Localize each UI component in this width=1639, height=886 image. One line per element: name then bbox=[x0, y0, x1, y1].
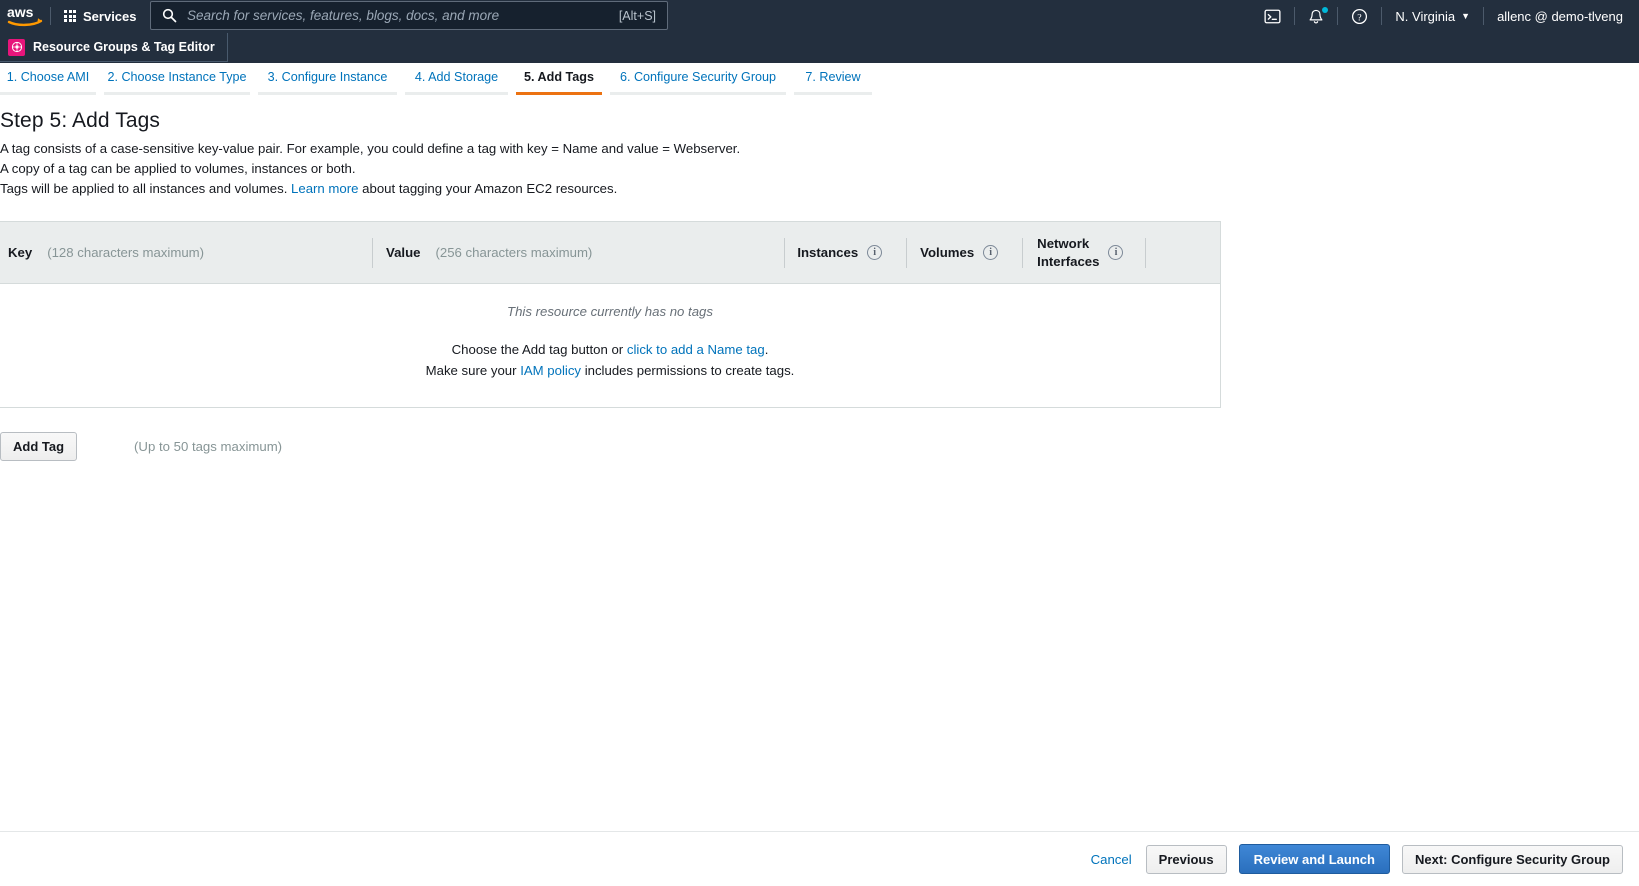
wizard-step-review[interactable]: 7. Review bbox=[794, 63, 872, 95]
column-header-netif-line1: Network bbox=[1037, 235, 1090, 251]
previous-button[interactable]: Previous bbox=[1145, 844, 1227, 874]
no-tags-message: This resource currently has no tags bbox=[507, 304, 713, 319]
page-title: Step 5: Add Tags bbox=[0, 109, 161, 132]
column-header-volumes-label: Volumes bbox=[920, 245, 975, 260]
page-description-line-1: A tag consists of a case-sensitive key-v… bbox=[0, 141, 741, 156]
account-menu[interactable]: allenc @ demo-tlveng bbox=[1484, 0, 1639, 32]
shortcut-resource-groups-tag-editor[interactable]: Resource Groups & Tag Editor bbox=[0, 33, 228, 62]
empty-hint-2-pre: Make sure your bbox=[425, 363, 517, 378]
wizard-step-choose-instance-type[interactable]: 2. Choose Instance Type bbox=[104, 63, 250, 95]
cloudshell-terminal-icon[interactable] bbox=[1251, 0, 1294, 32]
main-content: Step 5: Add Tags A tag consists of a cas… bbox=[0, 96, 1639, 461]
shortcut-label: Resource Groups & Tag Editor bbox=[33, 40, 215, 54]
page-description-line-3: Tags will be applied to all instances an… bbox=[0, 179, 1639, 199]
wizard-step-add-storage[interactable]: 4. Add Storage bbox=[405, 63, 508, 95]
add-name-tag-link[interactable]: click to add a Name tag bbox=[627, 342, 765, 357]
column-divider bbox=[1145, 237, 1147, 268]
column-header-volumes: Volumes i bbox=[907, 222, 999, 284]
add-tag-button[interactable]: Add Tag bbox=[0, 432, 78, 461]
svg-text:?: ? bbox=[1358, 12, 1362, 23]
desc3-post: about tagging your Amazon EC2 resources. bbox=[362, 181, 618, 196]
column-header-value: Value (256 characters maximum) bbox=[373, 222, 592, 284]
add-tag-row: Add Tag (Up to 50 tags maximum) bbox=[0, 432, 1639, 461]
global-search-bar[interactable]: Search for services, features, blogs, do… bbox=[150, 1, 668, 30]
column-header-value-hint: (256 characters maximum) bbox=[435, 245, 593, 260]
region-label: N. Virginia bbox=[1395, 8, 1456, 24]
wizard-footer-actions: Cancel Previous Review and Launch Next: … bbox=[0, 831, 1639, 886]
tag-limit-hint: (Up to 50 tags maximum) bbox=[134, 439, 283, 454]
notifications-bell-icon[interactable] bbox=[1295, 0, 1337, 32]
services-menu-button[interactable]: Services bbox=[53, 0, 148, 32]
instances-info-icon[interactable]: i bbox=[867, 245, 883, 260]
page-description-line-2: A copy of a tag can be applied to volume… bbox=[0, 161, 356, 176]
nav-right-group: ? N. Virginia ▼ allenc @ demo-tlveng bbox=[1251, 0, 1639, 32]
waffle-grid-icon bbox=[64, 10, 76, 22]
volumes-info-icon[interactable]: i bbox=[983, 245, 999, 260]
aws-logo[interactable]: aws bbox=[0, 0, 48, 32]
learn-more-link[interactable]: Learn more bbox=[291, 181, 358, 196]
empty-hint-1-post: . bbox=[764, 342, 769, 357]
empty-hint-line-2: Make sure your IAM policy includes permi… bbox=[0, 360, 1220, 381]
notification-dot-badge bbox=[1322, 7, 1329, 13]
next-configure-security-group-button[interactable]: Next: Configure Security Group bbox=[1401, 844, 1623, 874]
wizard-step-nav: 1. Choose AMI 2. Choose Instance Type 3.… bbox=[0, 63, 1639, 96]
search-shortcut-hint: [Alt+S] bbox=[618, 8, 656, 23]
wizard-step-add-tags: 5. Add Tags bbox=[516, 63, 602, 95]
account-label: allenc @ demo-tlveng bbox=[1497, 8, 1623, 24]
tags-panel: Key (128 characters maximum) Value (256 … bbox=[0, 221, 1221, 408]
column-header-netif-line2: Interfaces bbox=[1037, 253, 1100, 269]
search-input[interactable]: Search for services, features, blogs, do… bbox=[187, 8, 619, 23]
wizard-step-choose-ami[interactable]: 1. Choose AMI bbox=[0, 63, 96, 95]
column-header-value-label: Value bbox=[386, 245, 421, 260]
top-navigation-bar: aws Services Search for services, featur… bbox=[0, 0, 1639, 32]
column-header-instances: Instances i bbox=[785, 222, 883, 284]
iam-policy-link[interactable]: IAM policy bbox=[520, 363, 581, 378]
region-selector[interactable]: N. Virginia ▼ bbox=[1382, 0, 1483, 32]
column-header-key-hint: (128 characters maximum) bbox=[47, 245, 205, 260]
help-question-icon[interactable]: ? bbox=[1338, 0, 1381, 32]
service-shortcut-strip: Resource Groups & Tag Editor bbox=[0, 32, 1639, 63]
empty-hint-2-post: includes permissions to create tags. bbox=[584, 363, 795, 378]
chevron-down-icon: ▼ bbox=[1461, 11, 1471, 21]
desc3-pre: Tags will be applied to all instances an… bbox=[0, 181, 288, 196]
empty-hint-1-pre: Choose the Add tag button or bbox=[451, 342, 624, 357]
tags-empty-state: This resource currently has no tags Choo… bbox=[0, 284, 1220, 407]
nav-divider bbox=[50, 7, 51, 25]
resource-groups-icon bbox=[8, 38, 25, 56]
column-header-key: Key (128 characters maximum) bbox=[0, 222, 204, 284]
empty-hint-line-1: Choose the Add tag button or click to ad… bbox=[0, 339, 1220, 360]
services-label: Services bbox=[83, 8, 137, 24]
search-icon bbox=[162, 8, 177, 23]
svg-text:aws: aws bbox=[7, 4, 34, 20]
wizard-step-configure-instance[interactable]: 3. Configure Instance bbox=[258, 63, 397, 95]
network-interfaces-info-icon[interactable]: i bbox=[1108, 245, 1124, 260]
review-and-launch-button[interactable]: Review and Launch bbox=[1238, 844, 1390, 874]
column-header-instances-label: Instances bbox=[797, 245, 859, 260]
cancel-link[interactable]: Cancel bbox=[1091, 852, 1132, 867]
column-header-network-interfaces: Network Interfaces i bbox=[1023, 222, 1124, 284]
tags-table-header-row: Key (128 characters maximum) Value (256 … bbox=[0, 222, 1220, 284]
column-header-key-label: Key bbox=[8, 245, 33, 260]
wizard-step-configure-security-group[interactable]: 6. Configure Security Group bbox=[610, 63, 786, 95]
